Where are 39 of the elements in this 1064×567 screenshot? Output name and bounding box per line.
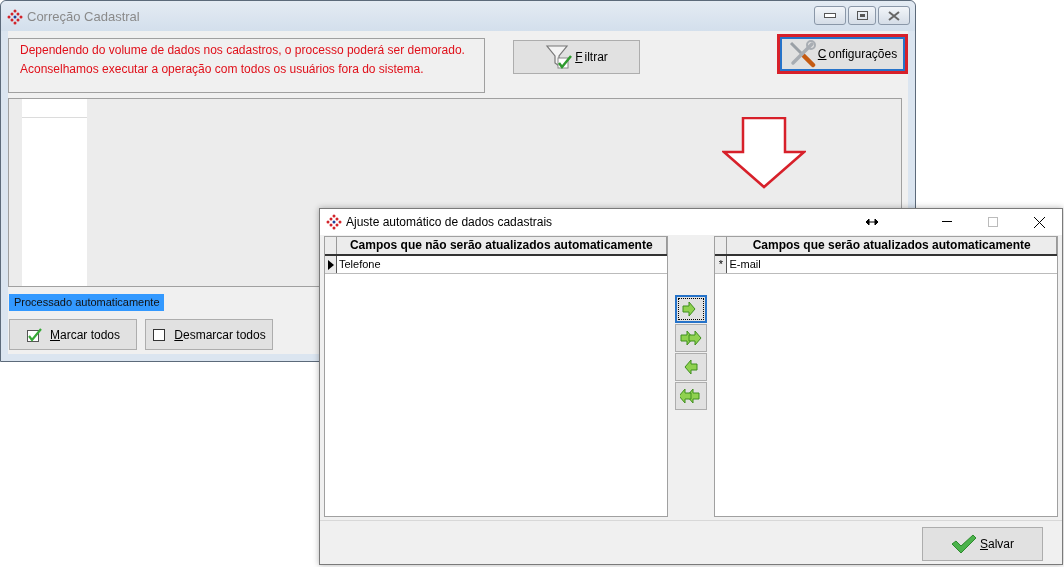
close-icon bbox=[888, 10, 900, 21]
uncheck-all-button[interactable]: Desmarcar todos bbox=[145, 319, 273, 350]
double-left-arrow-icon bbox=[680, 386, 702, 406]
field-name: Telefone bbox=[338, 257, 381, 272]
column-header: Campos que não serão atualizados automaticamente bbox=[337, 237, 667, 254]
resize-cursor-icon bbox=[866, 219, 878, 225]
checkmark-icon bbox=[951, 534, 977, 554]
close-icon bbox=[1033, 216, 1045, 228]
minimize-icon bbox=[942, 221, 952, 223]
field-name: E-mail bbox=[728, 257, 761, 272]
filter-icon bbox=[545, 44, 574, 70]
maximize-button[interactable] bbox=[848, 6, 876, 25]
dialog-title: Ajuste automático de dados cadastrais bbox=[346, 214, 553, 231]
list-row[interactable]: * E-mail bbox=[715, 256, 1057, 274]
new-row-marker: * bbox=[718, 259, 724, 270]
list-row[interactable]: Telefone bbox=[325, 256, 667, 274]
move-left-button[interactable] bbox=[675, 353, 707, 381]
column-header: Campos que serão atualizados automaticamente bbox=[727, 237, 1057, 254]
app-logo-icon bbox=[326, 214, 342, 230]
restore-icon bbox=[856, 11, 868, 20]
filter-button[interactable]: Filtrar bbox=[513, 40, 640, 74]
warning-text: Dependendo do volume de dados nos cadastros, o processo poderá ser demorado. bbox=[20, 42, 466, 58]
status-label: Processado automaticamente bbox=[9, 294, 164, 311]
empty-checkbox-icon bbox=[152, 327, 167, 342]
minimize-icon bbox=[824, 12, 836, 19]
maximize-icon bbox=[988, 217, 998, 227]
settings-button[interactable]: Configurações bbox=[780, 37, 905, 71]
app-logo-icon bbox=[7, 8, 23, 25]
checked-checkbox-icon bbox=[26, 326, 42, 343]
check-all-button[interactable]: Marcar todos bbox=[9, 319, 137, 350]
move-right-button[interactable] bbox=[675, 295, 707, 323]
close-button[interactable] bbox=[878, 6, 910, 25]
save-button[interactable]: Salvar bbox=[922, 527, 1043, 561]
minimize-button[interactable] bbox=[814, 6, 846, 25]
tools-icon bbox=[787, 40, 816, 68]
window-title: Correção Cadastral bbox=[27, 8, 140, 26]
warning-text: Aconselhamos executar a operação com todos os usuários fora do sistema. bbox=[20, 61, 425, 77]
move-left-button[interactable] bbox=[675, 382, 707, 410]
double-right-arrow-icon bbox=[680, 328, 702, 348]
